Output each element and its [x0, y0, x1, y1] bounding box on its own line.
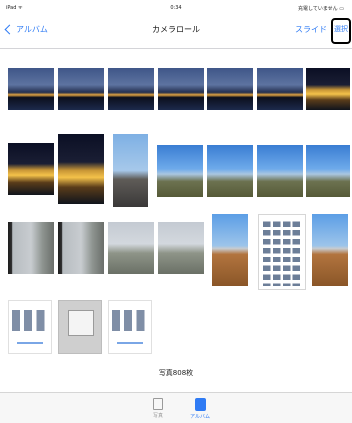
photo-thumbnail[interactable]	[58, 134, 104, 204]
tab-photos-label: 写真	[152, 413, 163, 419]
photo-thumbnail[interactable]	[257, 68, 303, 110]
photo-thumbnail[interactable]	[207, 145, 253, 197]
photo-thumbnail[interactable]	[113, 134, 148, 207]
photo-count: 写真808枚	[158, 369, 194, 377]
photos-icon	[153, 398, 163, 410]
photo-thumbnail[interactable]	[108, 68, 154, 110]
photo-thumbnail[interactable]	[258, 214, 306, 290]
photo-thumbnail[interactable]	[58, 222, 104, 274]
photo-thumbnail[interactable]	[207, 68, 253, 110]
photo-thumbnail[interactable]	[257, 145, 303, 197]
photo-thumbnail[interactable]	[108, 300, 152, 354]
albums-icon	[194, 398, 206, 411]
photo-thumbnail[interactable]	[8, 68, 54, 110]
photo-thumbnail[interactable]	[158, 68, 204, 110]
tab-photos[interactable]: 写真	[138, 398, 178, 419]
photo-thumbnail[interactable]	[306, 145, 350, 197]
photo-thumbnail[interactable]	[108, 222, 154, 274]
photo-thumbnail[interactable]	[58, 300, 102, 354]
photo-thumbnail[interactable]	[158, 222, 204, 274]
photo-thumbnail[interactable]	[306, 68, 350, 110]
photo-thumbnail[interactable]	[58, 68, 104, 110]
photo-thumbnail[interactable]	[157, 145, 203, 197]
tab-albums[interactable]: アルバム	[180, 398, 220, 420]
tab-albums-label: アルバム	[190, 414, 210, 420]
photo-thumbnail[interactable]	[312, 214, 348, 286]
photo-grid	[0, 0, 352, 422]
photo-thumbnail[interactable]	[8, 300, 52, 354]
photo-thumbnail[interactable]	[8, 222, 54, 274]
photo-thumbnail[interactable]	[212, 214, 248, 286]
tab-bar: 写真 アルバム	[0, 392, 352, 423]
photo-thumbnail[interactable]	[8, 143, 54, 195]
